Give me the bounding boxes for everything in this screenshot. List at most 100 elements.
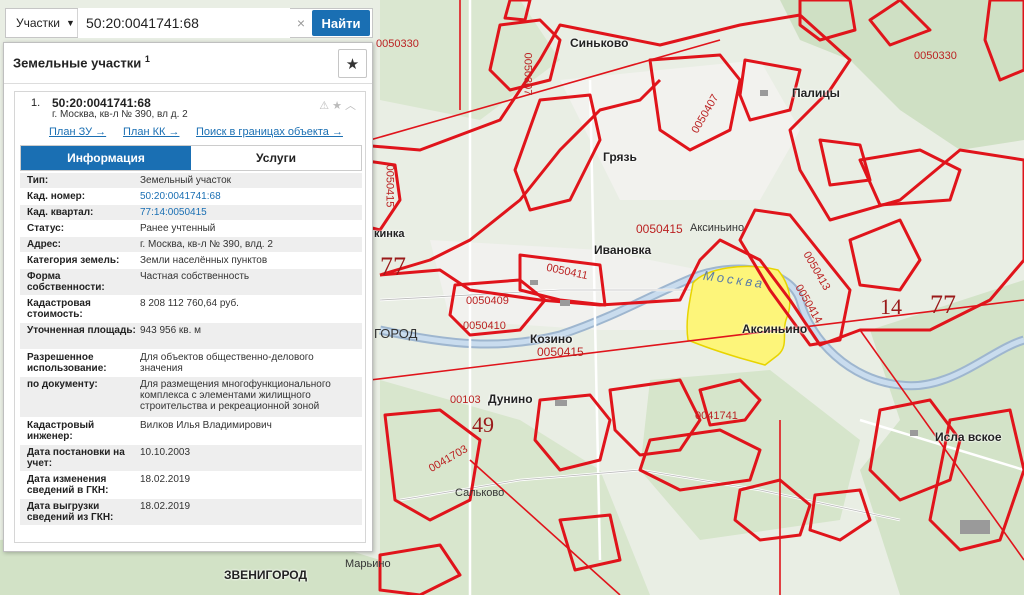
place-label: Дунино [488,392,533,406]
tab-bar: Информация Услуги [20,145,362,171]
tab-services[interactable]: Услуги [191,146,361,170]
info-row: Дата постановки на учет: 10.10.2003 [20,445,362,472]
cadastral-label: 0050410 [463,320,506,332]
info-key: Дата постановки на учет: [27,447,125,469]
place-label: ЗВЕНИГОРОД [224,568,308,582]
info-value: 8 208 112 760,64 руб. [140,298,239,309]
info-row: Разрешенное использование: Для объектов о… [20,350,362,377]
info-key: Кад. квартал: [27,207,94,218]
cadastral-label: 0050330 [914,50,957,62]
info-key: Форма собственности: [27,271,105,293]
place-label: ГОРОД [374,326,418,341]
star-icon[interactable]: ★ [332,100,345,112]
info-value: 10.10.2003 [140,447,191,458]
info-value: Для объектов общественно-делового значен… [140,352,314,374]
panel-title: Земельные участки 1 [13,54,150,70]
info-row: Кадастровая стоимость: 8 208 112 760,64 р… [20,296,362,323]
search-in-bounds-link[interactable]: Поиск в границах объекта → [196,126,343,138]
info-value[interactable]: 50:20:0041741:68 [136,189,362,204]
info-value: Частная собственность [140,271,250,282]
info-value: 18.02.2019 [140,474,191,485]
info-row: Кадастровый инженер: Вилков Илья Владимир… [20,418,362,445]
result-cadastral-number[interactable]: 50:20:0041741:68 [52,96,151,110]
info-key: Адрес: [27,239,61,250]
cadastral-label: 0050330 [376,38,419,50]
search-type-label: Участки [16,16,60,30]
info-key: Кадастровая стоимость: [27,298,91,320]
info-row: Адрес: г. Москва, кв-л № 390, влд. 2 [20,237,362,253]
place-label: Марьино [345,558,391,570]
info-key: Разрешенное использование: [27,352,107,374]
info-row: Статус: Ранее учтенный [20,221,362,237]
info-value: Земельный участок [140,175,232,186]
info-key: Уточненная площадь: [27,325,136,336]
info-key: Дата выгрузки сведений из ГКН: [27,501,114,523]
zone-number: 14 [880,294,902,319]
tab-information[interactable]: Информация [21,146,191,170]
place-label: Аксиньино [690,222,745,234]
place-label: Ивановка [594,243,652,257]
info-row: Тип: Земельный участок [20,173,362,189]
info-value: 18.02.2019 [140,501,191,512]
find-button[interactable]: Найти [312,10,370,36]
info-key: Категория земель: [27,255,120,266]
info-row: Форма собственности: Частная собственност… [20,269,362,296]
place-label: кинка [374,228,405,240]
info-row: Категория земель: Земли населённых пункто… [20,253,362,269]
panel-title-text: Земельные участки [13,55,142,71]
place-label: Исла вское [935,430,1002,444]
info-value: г. Москва, кв-л № 390, влд. 2 [140,239,273,250]
info-table: Тип: Земельный участок Кад. номер: 50:20:00… [20,173,362,526]
result-card: 1. 50:20:0041741:68 г. Москва, кв-л № 39… [14,91,366,543]
cadastral-label: 0050409 [466,295,509,307]
warning-icon[interactable]: ⚠ [319,100,332,112]
panel-header: Земельные участки 1 ★ [4,43,372,84]
zone-number: 49 [472,412,494,437]
info-key: Тип: [27,175,49,186]
info-row: Кад. квартал: 77:14:0050415 [20,205,362,221]
info-value: Вилков Илья Владимирович [140,420,272,431]
info-row: по документу: Для размещения многофункцио… [20,377,362,418]
close-icon[interactable]: × [290,15,312,31]
result-number: 1. [31,97,41,109]
info-key: Кадастровый инженер: [27,420,95,442]
info-value: 943 956 кв. м [140,325,202,336]
plan-zu-link[interactable]: План ЗУ → [49,126,106,138]
info-value: Для размещения многофункционального комп… [140,379,331,412]
result-count: 1 [144,54,150,64]
star-icon: ★ [345,55,360,73]
chevron-up-icon[interactable]: ︿ [345,100,359,112]
info-value: Земли населённых пунктов [140,255,268,266]
cadastral-label: 0050307 [521,52,534,96]
place-label: Синьково [570,36,629,50]
info-row: Кад. номер: 50:20:0041741:68 [20,189,362,205]
info-key: по документу: [27,379,98,390]
results-panel: Земельные участки 1 ★ 1. 50:20:0041741:6… [3,42,373,552]
info-row: Уточненная площадь: 943 956 кв. м [20,323,362,350]
zone-number: 77 [380,252,406,281]
info-value[interactable]: 77:14:0050415 [136,205,362,220]
info-value: Ранее учтенный [140,223,216,234]
info-row: Дата выгрузки сведений из ГКН: 18.02.2019 [20,499,362,526]
card-actions: ⚠★︿ [319,97,359,113]
info-key: Дата изменения сведений в ГКН: [27,474,109,496]
plan-kk-link[interactable]: План КК → [123,126,179,138]
cadastral-label: 0050415 [383,164,396,208]
info-key: Кад. номер: [27,191,86,202]
place-label: Палицы [792,86,840,100]
zone-number: 77 [930,290,956,319]
chevron-down-icon: ▼ [66,18,75,28]
cadastral-label: 0050415 [636,222,683,236]
place-label: Грязь [603,150,637,164]
info-row: Дата изменения сведений в ГКН: 18.02.2019 [20,472,362,499]
favorite-button[interactable]: ★ [338,49,367,78]
place-label: Козино [530,332,573,346]
place-label: Аксиньино [742,322,808,336]
result-address: г. Москва, кв-л № 390, вл д. 2 [52,109,188,120]
cadastral-label: 00103 [450,394,481,406]
search-type-dropdown[interactable]: Участки ▼ [6,9,78,37]
search-input[interactable] [78,8,290,38]
cadastral-label: 0041741 [695,410,738,422]
place-label: Сальково [455,487,505,499]
info-key: Статус: [27,223,65,234]
